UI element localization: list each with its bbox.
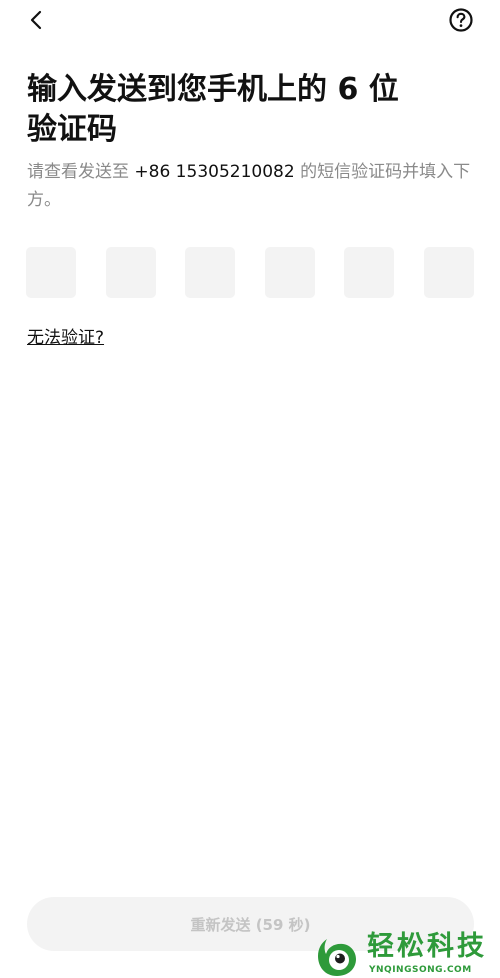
watermark-name: 轻松科技 [367,931,487,962]
watermark-logo-icon [318,939,356,976]
instruction-text: 请查看发送至 +86 15305210082 的短信验证码并填入下方。 [27,158,473,214]
code-digit-box-3[interactable] [185,247,235,298]
instruction-prefix: 请查看发送至 [27,162,135,182]
top-bar [0,0,500,40]
phone-number: +86 15305210082 [134,162,295,182]
chevron-left-icon [30,10,42,30]
page-title: 输入发送到您手机上的 6 位 验证码 [27,70,427,150]
page-title-line2: 验证码 [27,112,117,147]
code-digit-box-2[interactable] [106,247,156,298]
code-digit-box-6[interactable] [424,247,474,298]
help-button[interactable] [447,6,475,34]
question-circle-icon [449,8,473,32]
code-digit-box-4[interactable] [265,247,315,298]
watermark-logo: 轻松科技 YNQINGSONG.COM [315,929,500,978]
page-title-line1: 输入发送到您手机上的 6 位 [27,72,399,107]
back-button[interactable] [22,6,50,34]
watermark-url: YNQINGSONG.COM [369,965,472,975]
cant-verify-link[interactable]: 无法验证? [27,325,104,351]
code-digit-box-1[interactable] [26,247,76,298]
verification-code-input [26,247,476,299]
code-digit-box-5[interactable] [344,247,394,298]
